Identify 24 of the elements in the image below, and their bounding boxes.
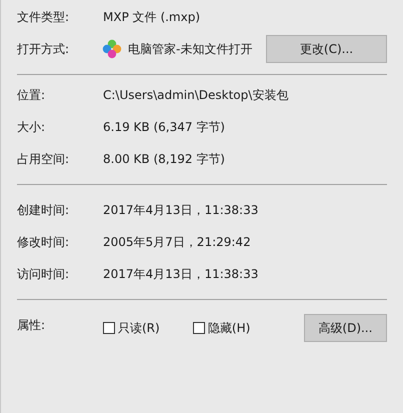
field-value: 2005年5月7日，21:29:42	[103, 234, 251, 250]
field-label: 大小:	[17, 118, 46, 136]
change-button[interactable]: 更改(C)...	[266, 35, 387, 63]
field-value: 8.00 KB (8,192 字节)	[103, 150, 225, 168]
field-value: C:\Users\admin\Desktop\安装包	[103, 86, 288, 104]
field-label: 属性:	[17, 317, 46, 334]
field-label: 占用空间:	[17, 150, 70, 168]
field-value: 2017年4月13日，11:38:33	[103, 202, 258, 218]
advanced-button[interactable]: 高级(D)...	[304, 314, 388, 342]
field-label: 位置:	[17, 86, 46, 104]
flower-icon	[102, 39, 122, 59]
field-label: 访问时间:	[17, 266, 70, 282]
field-label: 创建时间:	[17, 202, 70, 218]
field-label: 修改时间:	[17, 234, 70, 250]
checkbox[interactable]	[103, 322, 115, 334]
checkbox[interactable]	[192, 322, 205, 334]
field-label: 文件类型:	[17, 8, 70, 26]
app-name: 电脑管家-未知文件打开	[128, 40, 252, 58]
checkbox-label: 只读(R)	[118, 320, 160, 336]
checkbox-label: 隐藏(H)	[208, 320, 250, 336]
field-value: 2017年4月13日，11:38:33	[103, 266, 258, 282]
field-label: 打开方式:	[17, 40, 70, 58]
field-value: 6.19 KB (6,347 字节)	[103, 118, 225, 136]
field-value: MXP 文件 (.mxp)	[103, 8, 200, 26]
